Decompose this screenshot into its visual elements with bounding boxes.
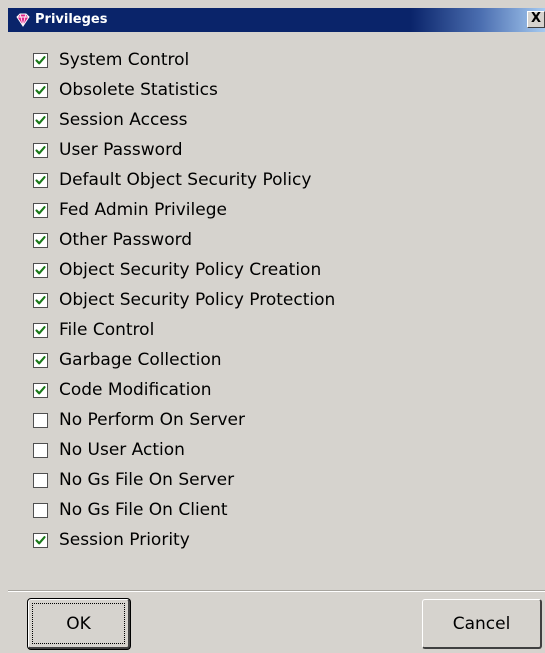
- privilege-checkbox[interactable]: [33, 503, 48, 518]
- privilege-label: Session Priority: [59, 530, 190, 550]
- privilege-checkbox[interactable]: [33, 443, 48, 458]
- privilege-checkbox[interactable]: [33, 533, 48, 548]
- privilege-checkbox[interactable]: [33, 173, 48, 188]
- window-title: Privileges: [35, 12, 108, 27]
- checkmark-icon: [35, 206, 46, 215]
- cancel-button[interactable]: Cancel: [422, 599, 542, 649]
- close-icon: X: [530, 11, 542, 26]
- privilege-label: Object Security Policy Protection: [59, 290, 336, 310]
- privilege-label: No Gs File On Server: [59, 470, 235, 490]
- checkmark-icon: [35, 266, 46, 275]
- privilege-label: Session Access: [59, 110, 188, 130]
- privilege-label: Garbage Collection: [59, 350, 222, 370]
- privilege-label: No Gs File On Client: [59, 500, 228, 520]
- ok-button[interactable]: OK: [28, 599, 130, 649]
- privilege-label: File Control: [59, 320, 155, 340]
- privilege-label: Code Modification: [59, 380, 212, 400]
- privilege-checkbox[interactable]: [33, 143, 48, 158]
- privilege-label: System Control: [59, 50, 190, 70]
- privilege-checkbox[interactable]: [33, 353, 48, 368]
- privilege-label: No User Action: [59, 440, 185, 460]
- privilege-label: Default Object Security Policy: [59, 170, 312, 190]
- privilege-label: User Password: [59, 140, 183, 160]
- privilege-checkbox[interactable]: [33, 53, 48, 68]
- checkmark-icon: [35, 236, 46, 245]
- privilege-checkbox[interactable]: [33, 323, 48, 338]
- diamond-app-icon: [16, 13, 30, 27]
- privilege-checkbox[interactable]: [33, 83, 48, 98]
- privilege-checkbox[interactable]: [33, 233, 48, 248]
- privilege-checkbox[interactable]: [33, 263, 48, 278]
- privilege-checkbox[interactable]: [33, 293, 48, 308]
- privilege-checkbox[interactable]: [33, 113, 48, 128]
- checkmark-icon: [35, 326, 46, 335]
- checkmark-icon: [35, 356, 46, 365]
- checkmark-icon: [35, 386, 46, 395]
- privilege-label: Other Password: [59, 230, 193, 250]
- button-divider: [8, 590, 545, 592]
- privilege-label: Object Security Policy Creation: [59, 260, 322, 280]
- checkmark-icon: [35, 146, 46, 155]
- checkmark-icon: [35, 176, 46, 185]
- privilege-checkbox[interactable]: [33, 203, 48, 218]
- checkmark-icon: [35, 536, 46, 545]
- privilege-checkbox[interactable]: [33, 383, 48, 398]
- privilege-label: Fed Admin Privilege: [59, 200, 227, 220]
- close-button[interactable]: X: [527, 11, 545, 28]
- privilege-label: No Perform On Server: [59, 410, 245, 430]
- checkmark-icon: [35, 116, 46, 125]
- cancel-button-label: Cancel: [452, 613, 511, 634]
- checkmark-icon: [35, 56, 46, 65]
- privilege-checkbox[interactable]: [33, 473, 48, 488]
- checkmark-icon: [35, 296, 46, 305]
- privilege-checkbox[interactable]: [33, 413, 48, 428]
- checkmark-icon: [35, 86, 46, 95]
- privileges-dialog: Privileges X System Control Obsolete Stat…: [0, 0, 545, 653]
- privilege-label: Obsolete Statistics: [59, 80, 218, 100]
- title-bar[interactable]: Privileges X: [8, 8, 545, 32]
- focus-ring: [32, 603, 125, 644]
